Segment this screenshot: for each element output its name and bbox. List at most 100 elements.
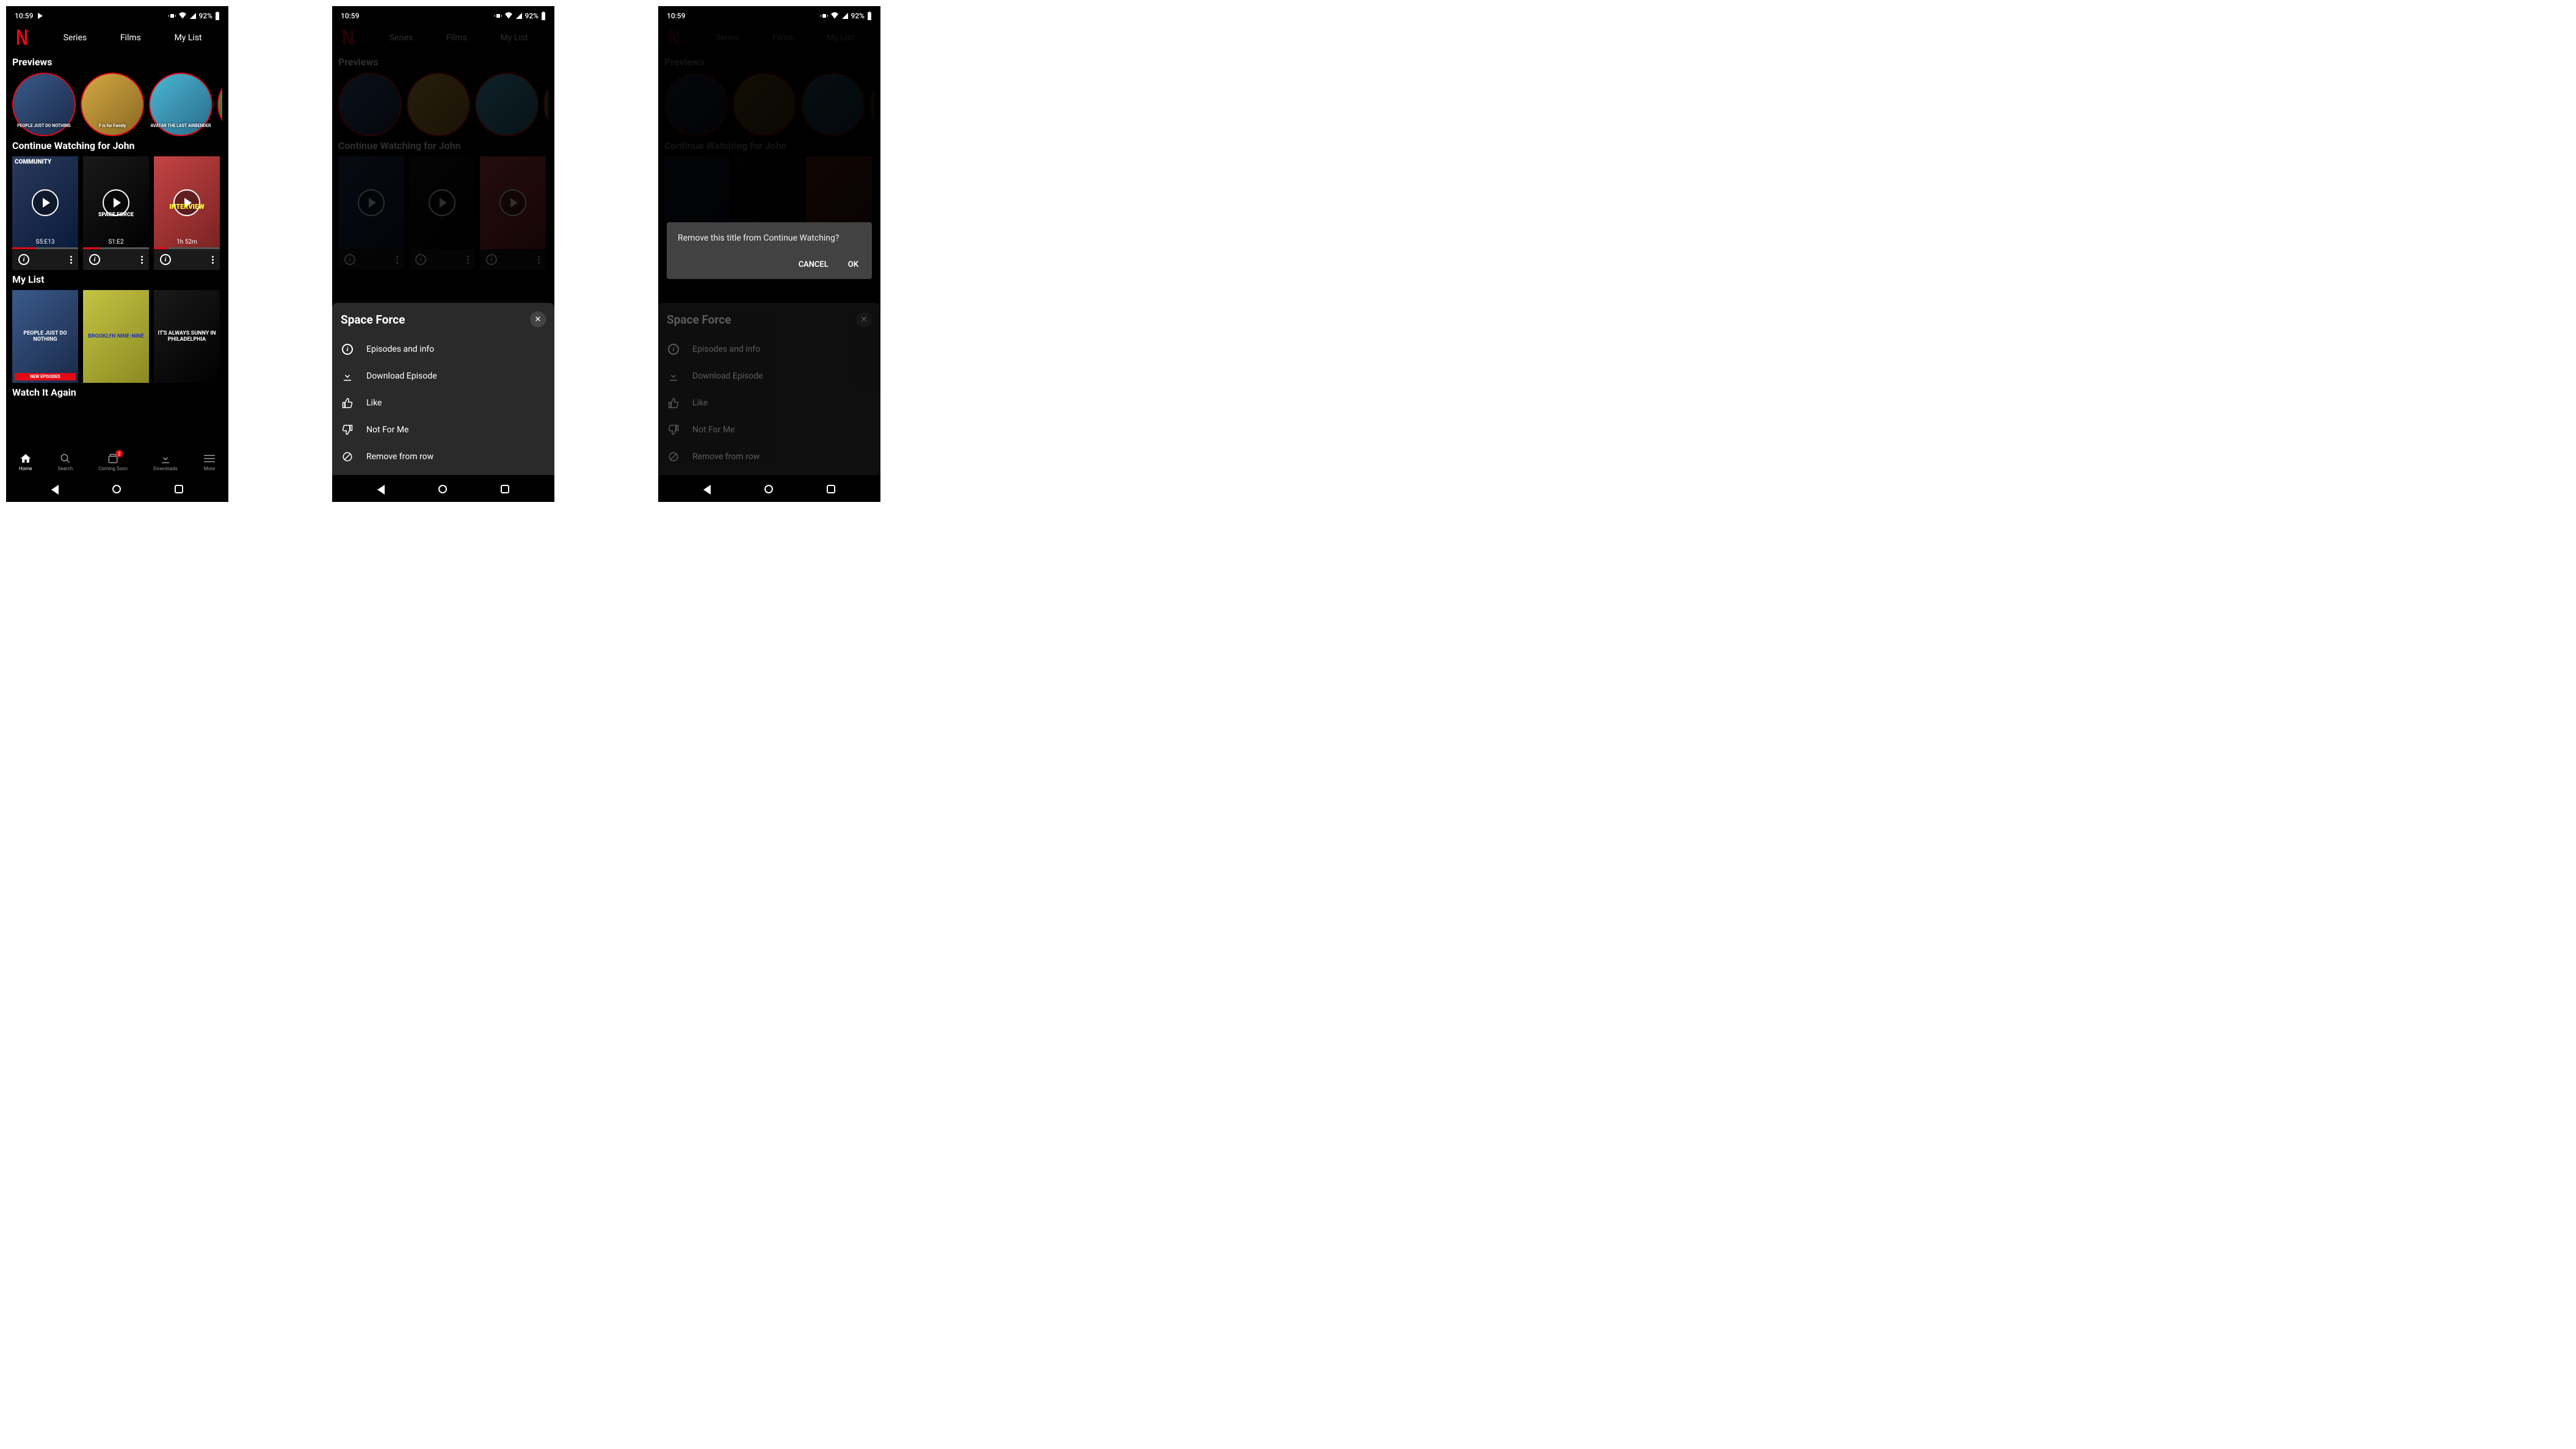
sheet-download[interactable]: Download Episode (341, 363, 546, 390)
info-icon[interactable]: i (160, 254, 171, 265)
netflix-logo[interactable]: N (10, 25, 34, 51)
info-icon[interactable]: i (18, 254, 29, 265)
nav-downloads[interactable]: Downloads (153, 452, 178, 471)
cancel-button[interactable]: CANCEL (796, 256, 831, 273)
poster-item[interactable]: PEOPLE JUST DO NOTHING NEW EPISODES (12, 290, 78, 383)
sys-back-button[interactable] (377, 485, 385, 495)
nav-my-list[interactable]: My List (175, 33, 202, 43)
phone-screen-sheet: 10:59 92% N Series Films My List Preview… (332, 6, 554, 502)
nav-films: Films (446, 33, 467, 43)
nav-home[interactable]: Home (19, 452, 32, 471)
preview-item[interactable]: AVATAR THE LAST AIRBENDER (149, 73, 212, 136)
download-icon (159, 452, 172, 465)
vibrate-icon (169, 12, 176, 20)
preview-item[interactable]: PEOPLE JUST DO NOTHING (12, 73, 76, 136)
sheet-like[interactable]: Like (341, 390, 546, 416)
more-icon[interactable] (212, 254, 214, 265)
play-icon[interactable] (32, 189, 59, 216)
wifi-icon (178, 12, 187, 20)
watchagain-title: Watch It Again (12, 387, 222, 398)
poster-item[interactable]: BROOKLYN NINE-NINE (83, 290, 149, 383)
system-nav (332, 478, 554, 502)
nav-films[interactable]: Films (120, 33, 141, 43)
cw-item: COMMUNITY S5:E13 i (12, 156, 78, 270)
phone-screen-home: 10:59 92% N Series Films My List Preview… (6, 6, 228, 502)
header-nav: N Series Films My List (332, 23, 554, 53)
battery-icon (215, 12, 220, 20)
more-icon[interactable] (141, 254, 143, 265)
status-time: 10:59 (15, 12, 33, 20)
status-bar: 10:59 92% (332, 6, 554, 23)
wifi-icon (830, 12, 839, 20)
status-time: 10:59 (667, 12, 685, 20)
thumbs-up-icon (341, 396, 354, 410)
vibrate-icon (821, 12, 828, 20)
sys-home-button[interactable] (112, 485, 121, 493)
thumbs-down-icon (341, 423, 354, 437)
status-time: 10:59 (341, 12, 359, 20)
more-icon[interactable] (70, 254, 72, 265)
sys-back-button[interactable] (51, 485, 59, 495)
dialog-text: Remove this title from Continue Watching… (678, 233, 861, 243)
phone-screen-dialog: 10:59 92% N Series Films My List Preview… (658, 6, 880, 502)
poster-item[interactable]: IT'S ALWAYS SUNNY IN PHILADELPHIA (154, 290, 220, 383)
signal-icon (841, 12, 849, 20)
cw-poster[interactable]: INTERVIEW 1h 52m (154, 156, 220, 249)
play-store-icon (38, 13, 43, 19)
close-icon[interactable] (530, 311, 546, 327)
sys-home-button[interactable] (764, 485, 773, 493)
preview-item[interactable] (217, 73, 222, 136)
bottom-nav: Home Search 2 Coming Soon Downloads More (6, 449, 228, 475)
bottom-sheet-dimmed: Space Force iEpisodes and info Download … (658, 303, 880, 475)
nav-search[interactable]: Search (58, 452, 73, 471)
sys-recent-button[interactable] (501, 485, 509, 493)
battery-percent: 92% (525, 12, 539, 20)
watch-again-section: Watch It Again (6, 383, 228, 398)
info-icon: i (341, 343, 354, 356)
battery-icon (541, 12, 546, 20)
sys-recent-button[interactable] (827, 485, 835, 493)
wifi-icon (504, 12, 513, 20)
info-icon[interactable]: i (89, 254, 100, 265)
status-bar: 10:59 92% (6, 6, 228, 23)
previews-section: Previews PEOPLE JUST DO NOTHING F is for… (6, 53, 228, 136)
sys-recent-button[interactable] (175, 485, 183, 493)
download-icon (341, 369, 354, 383)
nav-my-list: My List (501, 33, 528, 43)
remove-icon (341, 450, 354, 463)
preview-item[interactable]: F is for Family (81, 73, 144, 136)
header-nav: N Series Films My List (6, 23, 228, 53)
sheet-remove[interactable]: Remove from row (341, 443, 546, 470)
battery-percent: 92% (851, 12, 865, 20)
close-icon (856, 311, 872, 327)
netflix-logo: N (336, 25, 360, 51)
sheet-title: Space Force (341, 313, 405, 327)
search-icon (59, 452, 71, 465)
nav-series[interactable]: Series (63, 33, 87, 43)
confirm-dialog: Remove this title from Continue Watching… (667, 222, 872, 279)
cw-item: SPACE FORCE S1:E2 i (83, 156, 149, 270)
previews-title: Previews (12, 56, 222, 68)
cw-item: INTERVIEW 1h 52m i (154, 156, 220, 270)
nav-coming-soon[interactable]: 2 Coming Soon (98, 452, 128, 471)
home-icon (20, 452, 32, 465)
nav-series: Series (390, 33, 413, 43)
nav-more[interactable]: More (203, 452, 216, 471)
battery-icon (867, 12, 872, 20)
cw-poster[interactable]: SPACE FORCE S1:E2 (83, 156, 149, 249)
continue-watching-section: Continue Watching for John COMMUNITY S5:… (6, 136, 228, 270)
bottom-sheet: Space Force i Episodes and info Download… (332, 303, 554, 475)
sheet-episodes-info[interactable]: i Episodes and info (341, 336, 546, 363)
hamburger-icon (203, 452, 216, 465)
sys-back-button[interactable] (703, 485, 711, 495)
vibrate-icon (495, 12, 502, 20)
sys-home-button[interactable] (438, 485, 447, 493)
signal-icon (515, 12, 523, 20)
cw-poster[interactable]: COMMUNITY S5:E13 (12, 156, 78, 249)
ok-button[interactable]: OK (846, 256, 861, 273)
battery-percent: 92% (199, 12, 212, 20)
system-nav (658, 478, 880, 502)
badge: 2 (115, 450, 123, 457)
sheet-not-for-me[interactable]: Not For Me (341, 416, 546, 443)
system-nav (6, 478, 228, 502)
